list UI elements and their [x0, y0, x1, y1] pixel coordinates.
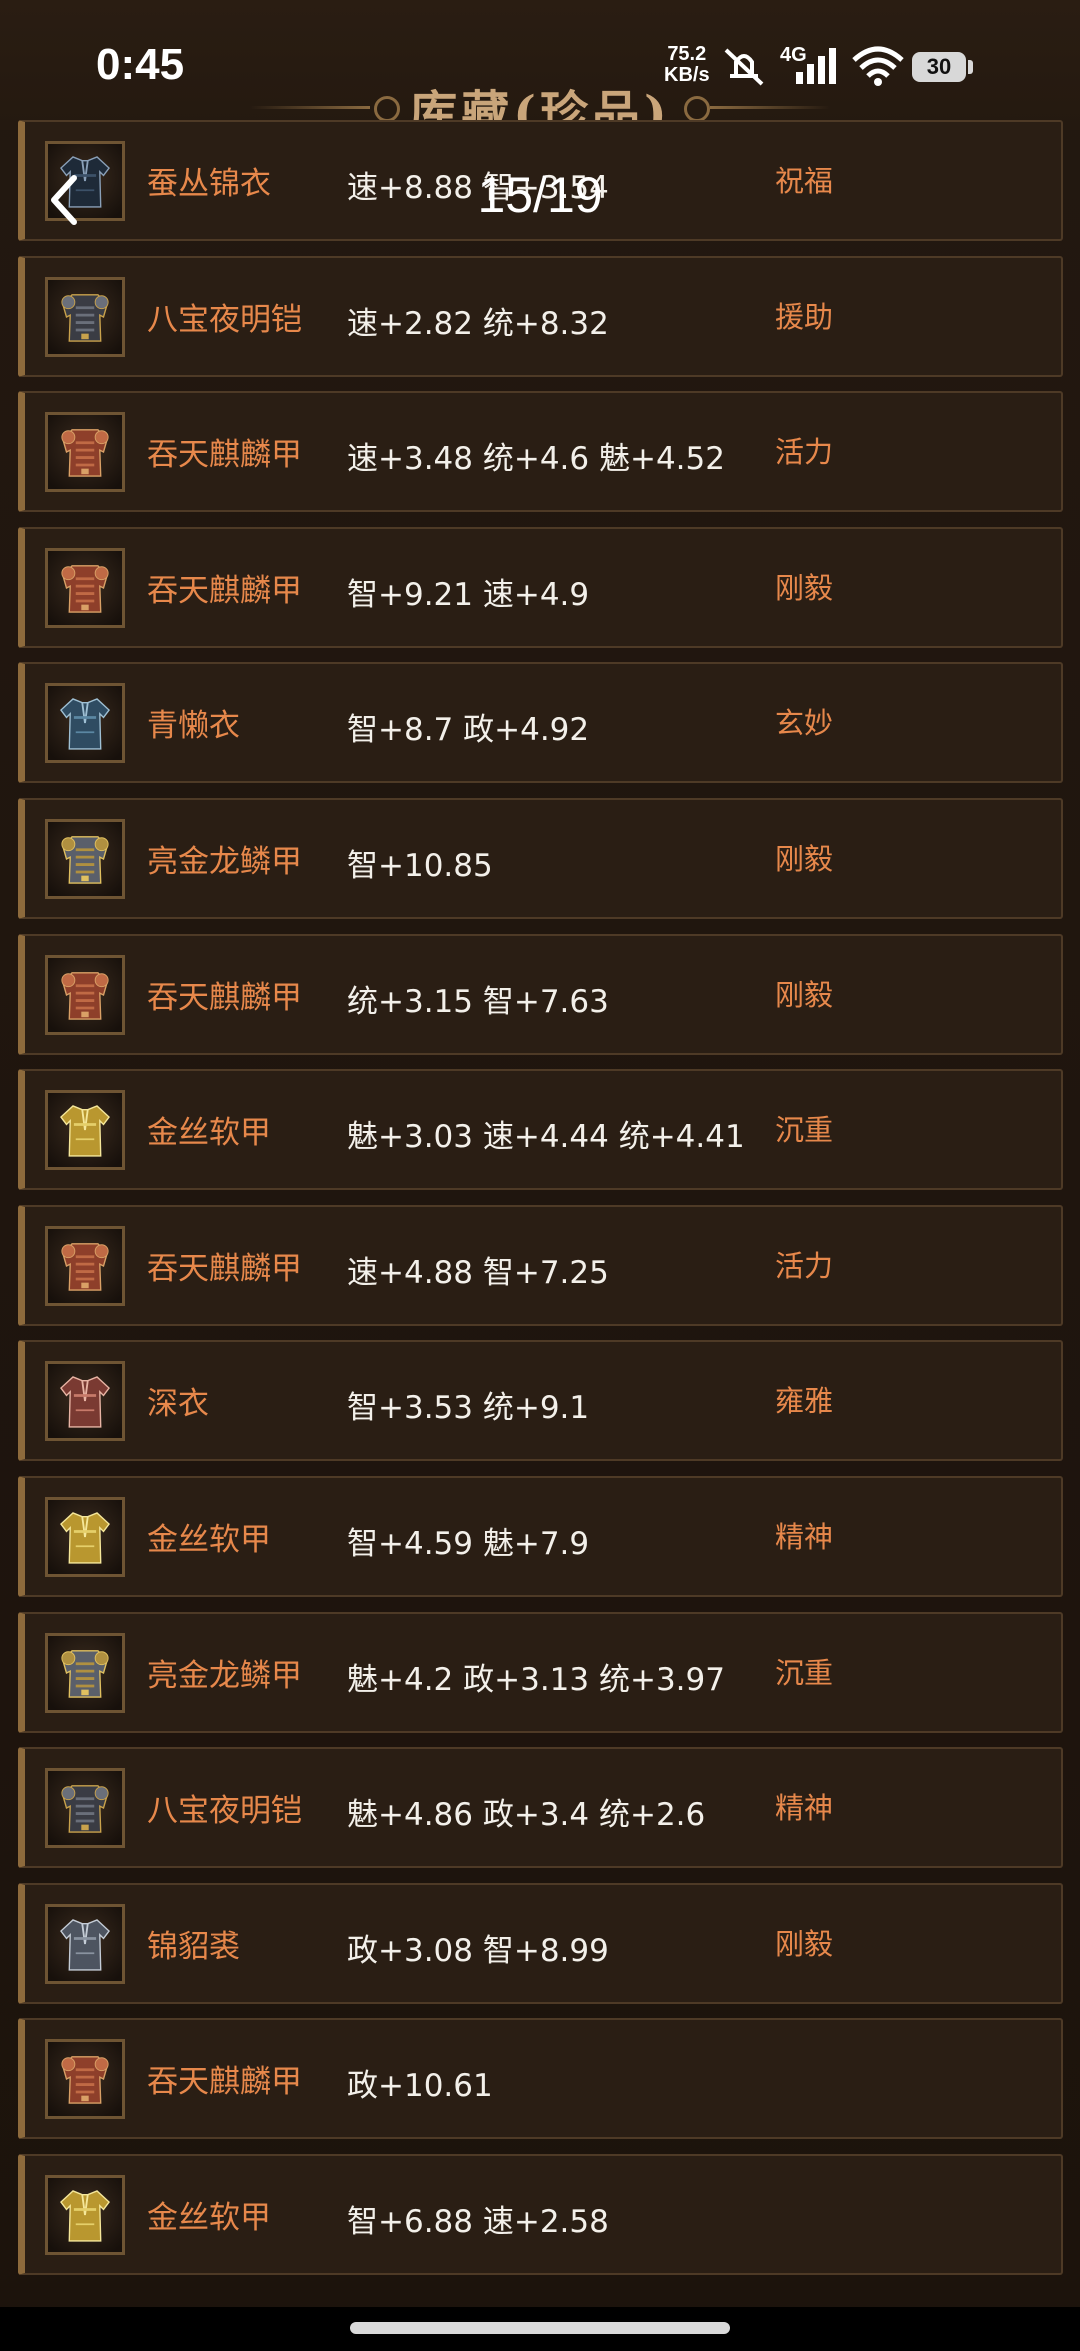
item-name: 吞天麒麟甲 — [147, 2064, 302, 2101]
item-stats: 智+9.21 速+4.9 — [347, 576, 590, 613]
item-stats: 速+2.82 统+8.32 — [347, 305, 609, 342]
item-trait: 沉重 — [775, 1655, 834, 1690]
gold-vest-icon — [45, 1090, 125, 1171]
red-armor-icon — [45, 1225, 125, 1306]
item-trait: 刚毅 — [775, 842, 834, 876]
list-item[interactable]: 亮金龙鳞甲 智+10.85 刚毅 — [18, 798, 1063, 919]
list-item[interactable]: 吞天麒麟甲 速+3.48 统+4.6 魅+4.52 活力 — [18, 391, 1063, 513]
dark-armor-icon — [45, 1768, 125, 1849]
list-item[interactable]: 亮金龙鳞甲 魅+4.2 政+3.13 统+3.97 沉重 — [18, 1611, 1063, 1733]
list-item[interactable]: 深衣 智+3.53 统+9.1 雍雅 — [18, 1340, 1063, 1462]
item-name: 亮金龙鳞甲 — [147, 1657, 302, 1694]
item-trait: 精神 — [775, 1791, 834, 1826]
item-stats: 智+8.7 政+4.92 — [347, 712, 590, 749]
item-name: 吞天麒麟甲 — [147, 572, 302, 609]
red-armor-icon — [45, 412, 125, 493]
pink-robe-icon — [45, 1361, 125, 1442]
home-indicator[interactable] — [350, 2322, 730, 2334]
list-item[interactable]: 金丝软甲 魅+3.03 速+4.44 统+4.41 沉重 — [18, 1069, 1063, 1191]
item-trait: 玄妙 — [775, 706, 834, 741]
list-item[interactable]: 吞天麒麟甲 智+9.21 速+4.9 刚毅 — [18, 526, 1063, 648]
list-item[interactable]: 金丝软甲 智+6.88 速+2.58 — [18, 2154, 1063, 2275]
gold-vest-icon — [45, 1497, 125, 1577]
item-trait: 刚毅 — [775, 1926, 834, 1961]
item-stats: 速+4.88 智+7.25 — [347, 1254, 609, 1291]
grey-robe-icon — [45, 1903, 125, 1984]
item-name: 八宝夜明铠 — [147, 301, 302, 338]
item-name: 深衣 — [147, 1386, 209, 1423]
item-stats: 智+4.59 魅+7.9 — [347, 1526, 590, 1562]
item-trait: 精神 — [775, 1520, 834, 1554]
item-stats: 魅+3.03 速+4.44 统+4.41 — [347, 1119, 745, 1156]
gold-scale-armor-icon — [45, 819, 125, 899]
item-name: 锦貂裘 — [147, 1928, 240, 1965]
item-name: 金丝软甲 — [147, 1522, 271, 1558]
item-trait: 沉重 — [775, 1113, 834, 1148]
item-stats: 政+10.61 — [347, 2068, 493, 2105]
list-item[interactable]: 八宝夜明铠 速+2.82 统+8.32 援助 — [18, 255, 1063, 377]
item-name: 金丝软甲 — [147, 1115, 271, 1152]
list-item[interactable]: 金丝软甲 智+4.59 魅+7.9 精神 — [18, 1476, 1063, 1597]
list-item[interactable]: 吞天麒麟甲 统+3.15 智+7.63 刚毅 — [18, 933, 1063, 1055]
item-name: 吞天麒麟甲 — [147, 979, 302, 1016]
item-stats: 智+6.88 速+2.58 — [347, 2204, 609, 2240]
item-trait: 刚毅 — [775, 977, 834, 1012]
red-armor-icon — [45, 954, 125, 1035]
item-name: 吞天麒麟甲 — [147, 1250, 302, 1287]
item-trait: 活力 — [775, 1248, 834, 1283]
item-stats: 智+3.53 统+9.1 — [347, 1390, 590, 1427]
inventory-screen: 0:45 75.2 KB/s 4G 30 库藏(珍品) 蚕丛锦衣 速+8.88 … — [0, 0, 1080, 2351]
item-stats: 速+3.48 统+4.6 魅+4.52 — [347, 441, 725, 478]
gold-scale-armor-icon — [45, 1632, 125, 1713]
list-item[interactable]: 锦貂裘 政+3.08 智+8.99 刚毅 — [18, 1882, 1063, 2004]
item-trait: 刚毅 — [775, 570, 834, 605]
item-stats: 统+3.15 智+7.63 — [347, 983, 609, 1020]
item-stats: 魅+4.2 政+3.13 统+3.97 — [347, 1661, 725, 1698]
item-name: 八宝夜明铠 — [147, 1793, 302, 1830]
item-trait: 雍雅 — [775, 1384, 834, 1419]
list-item[interactable]: 八宝夜明铠 魅+4.86 政+3.4 统+2.6 精神 — [18, 1747, 1063, 1869]
red-armor-icon — [45, 547, 125, 628]
item-stats: 魅+4.86 政+3.4 统+2.6 — [347, 1797, 706, 1834]
item-name: 金丝软甲 — [147, 2200, 271, 2236]
item-stats: 智+10.85 — [347, 848, 493, 884]
list-item[interactable]: 吞天麒麟甲 政+10.61 — [18, 2018, 1063, 2140]
list-item[interactable]: 吞天麒麟甲 速+4.88 智+7.25 活力 — [18, 1204, 1063, 1326]
dark-armor-icon — [45, 276, 125, 357]
battery-tip — [968, 60, 973, 74]
speed-value: 75.2 — [667, 43, 707, 65]
item-stats: 政+3.08 智+8.99 — [347, 1932, 609, 1969]
list-item[interactable]: 青懒衣 智+8.7 政+4.92 玄妙 — [18, 662, 1063, 784]
item-trait: 援助 — [775, 299, 834, 334]
gold-vest-icon — [45, 2175, 125, 2255]
red-armor-icon — [45, 2039, 125, 2120]
item-name: 吞天麒麟甲 — [147, 437, 302, 474]
item-name: 青懒衣 — [147, 708, 240, 745]
item-name: 亮金龙鳞甲 — [147, 844, 302, 880]
blue-robe-icon — [45, 683, 125, 764]
item-trait: 活力 — [775, 435, 834, 470]
page-counter: 15/19 — [477, 167, 603, 223]
